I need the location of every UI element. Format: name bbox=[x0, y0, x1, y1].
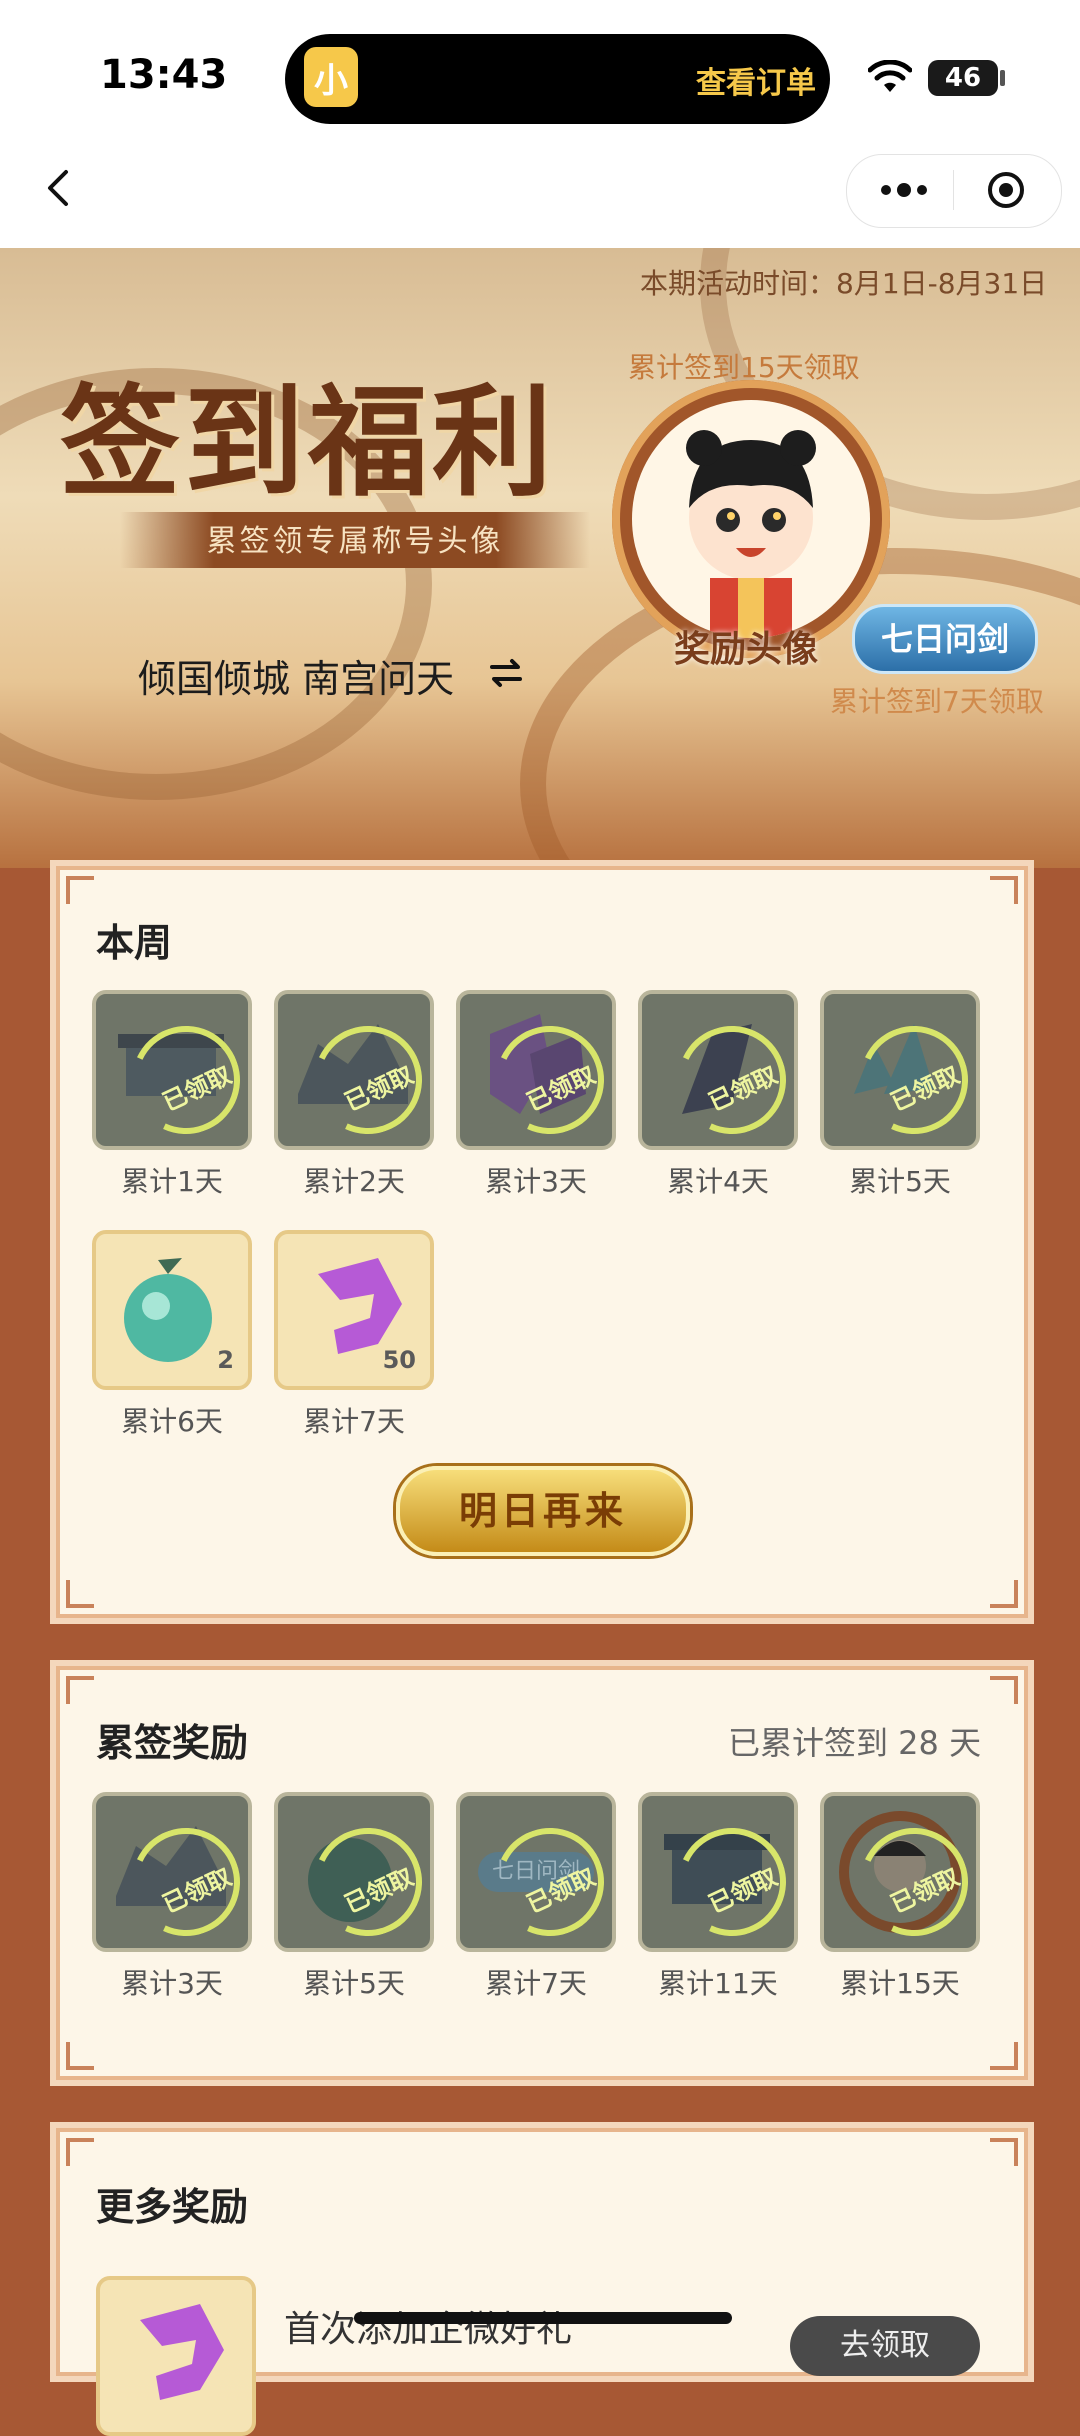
cumulative-item-5[interactable]: 已领取 bbox=[274, 1792, 434, 1952]
status-time: 13:43 bbox=[100, 52, 228, 98]
reward-avatar-image[interactable] bbox=[632, 400, 870, 638]
reward-caption: 累计6天 bbox=[121, 1405, 223, 1438]
reward-item-day6[interactable]: 2 bbox=[92, 1230, 252, 1390]
reward-item-day2[interactable]: 已领取 bbox=[274, 990, 434, 1150]
item-count: 2 bbox=[217, 1346, 234, 1374]
reward-caption: 累计2天 bbox=[303, 1165, 405, 1198]
come-back-tomorrow-button[interactable]: 明日再来 bbox=[396, 1466, 690, 1556]
purple-gem-icon bbox=[140, 2304, 224, 2400]
activity-period: 本期活动时间：8月1日-8月31日 bbox=[640, 267, 1048, 300]
reward-caption: 累计3天 bbox=[121, 1967, 223, 2000]
reward-item-day1[interactable]: 已领取 bbox=[92, 990, 252, 1150]
card-corner bbox=[66, 1580, 94, 1608]
cumulative-item-11[interactable]: 已领取 bbox=[638, 1792, 798, 1952]
reward-caption: 累计7天 bbox=[485, 1967, 587, 2000]
reward-caption: 累计7天 bbox=[303, 1405, 405, 1438]
card-corner bbox=[66, 2042, 94, 2070]
claim-button[interactable]: 去领取 bbox=[790, 2316, 980, 2376]
reward-caption: 累计3天 bbox=[485, 1165, 587, 1198]
reward-item-day4[interactable]: 已领取 bbox=[638, 990, 798, 1150]
card-corner bbox=[990, 2138, 1018, 2166]
target-circle-icon[interactable] bbox=[986, 170, 1026, 210]
character-name[interactable]: 倾国倾城 南宫问天 bbox=[138, 648, 454, 703]
more-dots-icon[interactable] bbox=[874, 175, 934, 205]
cumulative-item-15[interactable]: 已领取 bbox=[820, 1792, 980, 1952]
cumulative-title: 累签奖励 bbox=[96, 1721, 249, 1765]
back-arrow-icon[interactable] bbox=[30, 158, 90, 218]
reward-caption: 累计4天 bbox=[667, 1165, 769, 1198]
battery-icon: 46 bbox=[928, 60, 998, 96]
more-rewards-title: 更多奖励 bbox=[96, 2185, 249, 2229]
home-indicator[interactable] bbox=[354, 2312, 732, 2324]
capsule-divider bbox=[953, 170, 954, 210]
cumulative-item-3[interactable]: 已领取 bbox=[92, 1792, 252, 1952]
card-corner bbox=[990, 1580, 1018, 1608]
chibi-character-icon bbox=[686, 430, 816, 638]
battery-tip bbox=[1000, 70, 1005, 86]
more-reward-label: 首次添加企微好礼 bbox=[284, 2309, 573, 2350]
week-title: 本周 bbox=[96, 921, 173, 965]
reward-item-day5[interactable]: 已领取 bbox=[820, 990, 980, 1150]
banner-title: 签到福利 bbox=[60, 372, 556, 513]
reward-item-day3[interactable]: 已领取 bbox=[456, 990, 616, 1150]
app-icon[interactable]: 小 bbox=[304, 47, 358, 107]
reward-caption: 累计15天 bbox=[840, 1967, 960, 2000]
card-corner bbox=[66, 876, 94, 904]
wifi-icon bbox=[868, 60, 912, 92]
reward-caption: 累计1天 bbox=[121, 1165, 223, 1198]
view-order-link[interactable]: 查看订单 bbox=[696, 58, 816, 102]
item-count: 50 bbox=[382, 1346, 416, 1374]
avatar-reward-label: 奖励头像 bbox=[674, 629, 819, 670]
reward-caption: 累计11天 bbox=[658, 1967, 778, 2000]
card-corner bbox=[990, 2042, 1018, 2070]
switch-arrows-icon[interactable] bbox=[488, 655, 524, 691]
cumulative-item-7[interactable]: 七日问剑 已领取 bbox=[456, 1792, 616, 1952]
reward-caption: 累计5天 bbox=[849, 1165, 951, 1198]
card-corner bbox=[66, 1676, 94, 1704]
title-badge-hint: 累计签到7天领取 bbox=[830, 685, 1044, 718]
card-corner bbox=[990, 1676, 1018, 1704]
cumulative-days-total: 已累计签到 28 天 bbox=[728, 1724, 982, 1762]
card-corner bbox=[66, 2138, 94, 2166]
title-badge[interactable]: 七日问剑 bbox=[852, 604, 1038, 674]
more-reward-item[interactable] bbox=[96, 2276, 256, 2436]
reward-item-day7[interactable]: 50 bbox=[274, 1230, 434, 1390]
reward-caption: 累计5天 bbox=[303, 1967, 405, 2000]
banner-subtitle: 累签领专属称号头像 bbox=[206, 524, 504, 559]
card-corner bbox=[990, 876, 1018, 904]
